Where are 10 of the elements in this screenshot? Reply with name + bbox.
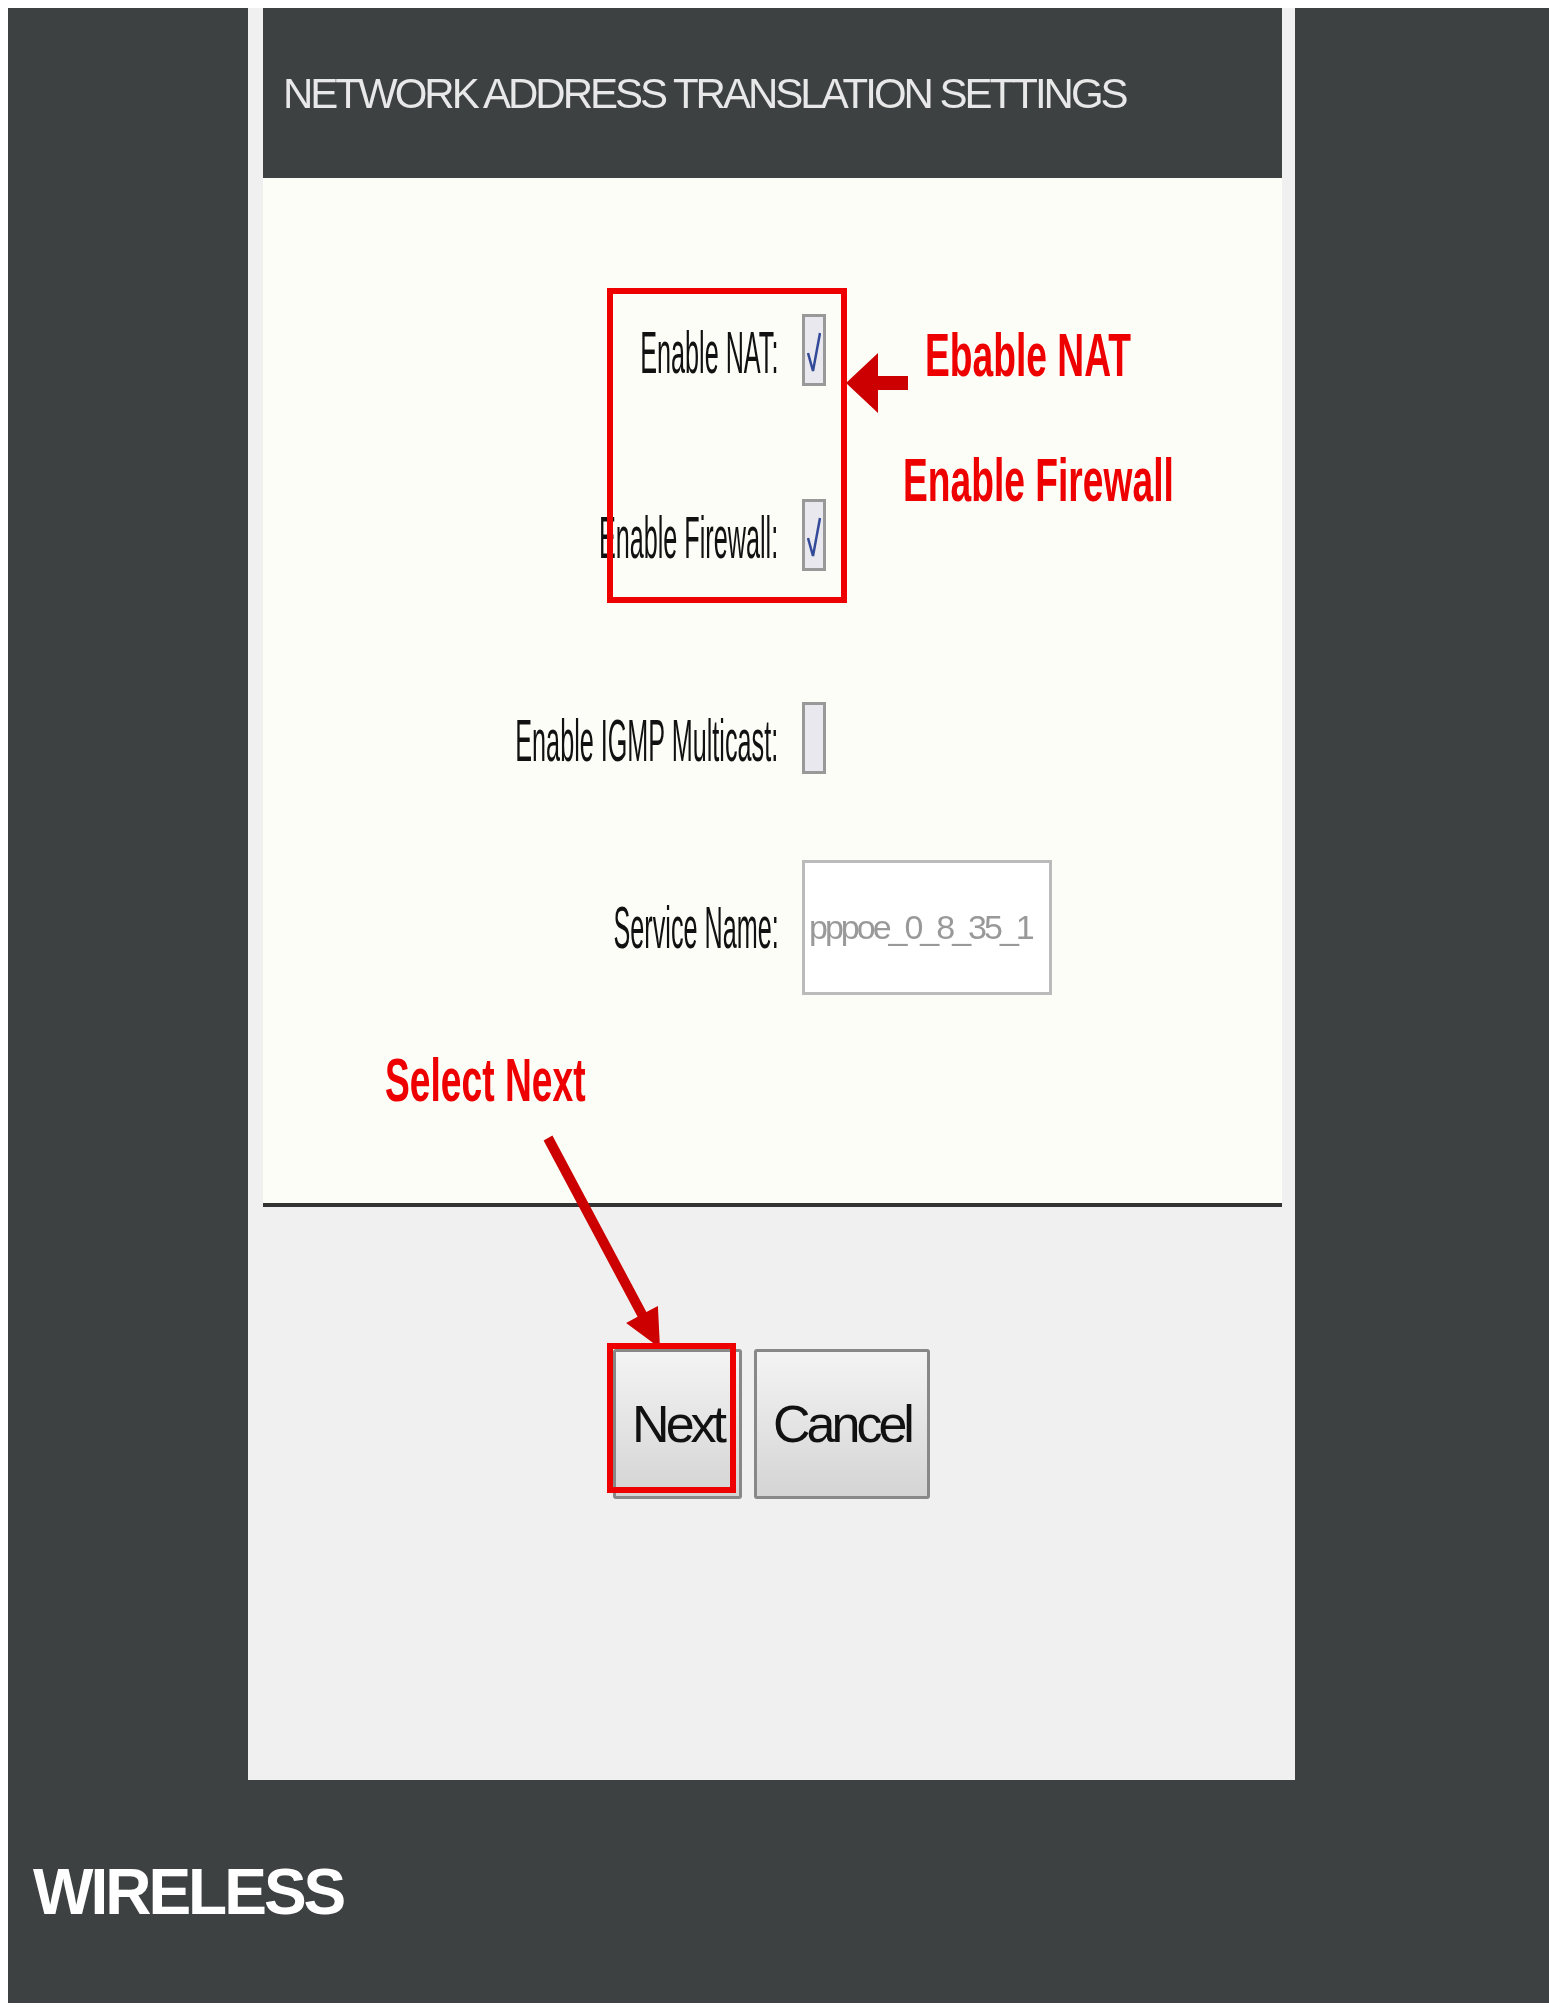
annotation-text: Enable Firewall [903, 444, 1175, 516]
panel-title: NETWORK ADDRESS TRANSLATION SETTINGS [283, 68, 1126, 119]
next-button[interactable]: Next [613, 1349, 742, 1499]
field-label: Enable NAT: [640, 318, 780, 388]
annotation-text: Select Next [385, 1044, 587, 1116]
annotation-text: Ebable NAT [925, 319, 1132, 391]
field-label: Enable IGMP Multicast: [515, 706, 780, 776]
cancel-button[interactable]: Cancel [754, 1349, 930, 1499]
footer-title: WIRELESS [33, 1854, 344, 1930]
field-label: Service Name: [613, 892, 780, 963]
